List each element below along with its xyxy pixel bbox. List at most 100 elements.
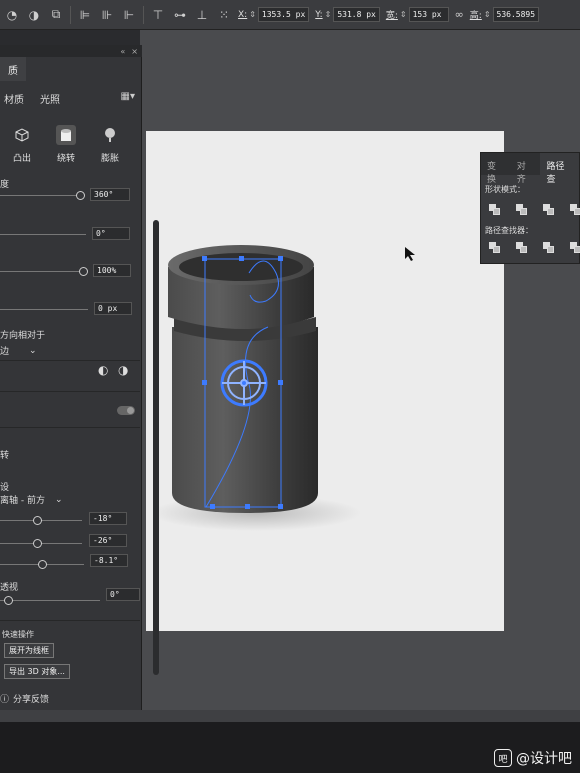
offset-angle-track[interactable] <box>0 234 86 235</box>
preset-label: 设 <box>0 483 10 493</box>
expand-wireframe-button[interactable]: 展开为线框 <box>4 643 54 658</box>
angle-section-label: 度 <box>0 180 10 190</box>
rotate-x-input[interactable]: -18° <box>89 512 127 525</box>
object-type-group: 凸出 绕转 膨胀 <box>10 125 130 169</box>
angle-slider-knob[interactable] <box>76 191 85 200</box>
cap-on-icon[interactable]: ◐ <box>98 363 108 377</box>
offset-px-track[interactable] <box>0 309 88 310</box>
merge-icon[interactable] <box>543 242 554 253</box>
3d-materials-panel: « × 质 材质 光照 ▦▾ 凸出 绕转 膨胀 度 360° 0° 100% 0… <box>0 45 142 710</box>
perspective-input[interactable]: 0° <box>106 588 140 601</box>
rotate-x-knob[interactable] <box>33 516 42 525</box>
spin-arrows-icon[interactable]: ⇕ <box>484 10 491 19</box>
x-input[interactable]: 1353.5 px <box>257 7 310 22</box>
monitor-bezel <box>0 722 580 773</box>
width-input[interactable]: 153 px <box>408 7 449 22</box>
feedback-label: 分享反馈 <box>13 695 50 705</box>
render-settings-icon[interactable]: ▦▾ <box>121 91 135 102</box>
intersect-icon[interactable] <box>543 204 554 215</box>
artboard[interactable] <box>146 131 504 631</box>
trim-icon[interactable] <box>516 242 527 253</box>
unite-icon[interactable] <box>489 204 500 215</box>
offset-angle-input[interactable]: 0° <box>92 227 130 240</box>
tab-pathfinder[interactable]: 路径查 <box>540 153 579 185</box>
spin-arrows-icon[interactable]: ⇕ <box>400 10 407 19</box>
perspective-knob[interactable] <box>4 596 13 605</box>
section-divider <box>0 620 140 621</box>
export-3d-button[interactable]: 导出 3D 对象... <box>4 664 70 679</box>
offset-direction-select[interactable]: 边 ⌄ <box>0 344 37 358</box>
chevron-down-icon: ⌄ <box>54 494 63 505</box>
perspective-label: 透视 <box>0 583 19 593</box>
extrude-icon <box>12 125 32 145</box>
toolbar-divider <box>143 5 144 24</box>
bevel-toggle[interactable] <box>117 406 135 415</box>
perspective-track[interactable] <box>0 600 100 601</box>
offset-direction-label: 方向相对于 <box>0 331 46 341</box>
chevron-down-icon: ⌄ <box>29 345 37 356</box>
cap-off-icon[interactable]: ◑ <box>118 363 128 377</box>
align-left-icon[interactable]: ⊫ <box>77 7 93 23</box>
inflate-button[interactable]: 膨胀 <box>90 125 130 164</box>
watermark-logo: 吧 <box>494 749 512 767</box>
preset-select[interactable]: 离轴 - 前方 ⌄ <box>0 493 63 507</box>
x-field: X: ⇕ 1353.5 px <box>238 7 310 22</box>
panel-scrollbar[interactable] <box>153 220 159 675</box>
artwork <box>151 245 361 531</box>
rotate-y-knob[interactable] <box>33 539 42 548</box>
revolve-button[interactable]: 绕转 <box>46 125 86 164</box>
rotate-z-input[interactable]: -8.1° <box>90 554 128 567</box>
recolor-icon[interactable]: ◑ <box>26 7 42 23</box>
crop-icon[interactable] <box>570 242 580 253</box>
y-input[interactable]: 531.8 px <box>333 7 380 22</box>
minus-front-icon[interactable] <box>516 204 527 215</box>
inflate-label: 膨胀 <box>100 154 119 164</box>
extrude-button[interactable]: 凸出 <box>2 125 42 164</box>
scale-slider-track[interactable] <box>0 271 80 272</box>
globe-icon[interactable]: ◔ <box>4 7 20 23</box>
feedback-icon: ⓘ <box>0 695 10 705</box>
angle-slider-track[interactable] <box>0 195 80 196</box>
reference-point-icon[interactable]: ⁙ <box>216 7 232 23</box>
transform-icon[interactable]: ⧉ <box>48 7 64 23</box>
share-feedback[interactable]: ⓘ 分享反馈 <box>0 692 49 705</box>
align-bottom-icon[interactable]: ⊥ <box>194 7 210 23</box>
section-divider <box>0 391 140 392</box>
watermark-text: @设计吧 <box>516 751 572 767</box>
align-hcenter-icon[interactable]: ⊪ <box>99 7 115 23</box>
inflate-icon <box>100 125 120 145</box>
align-vcenter-icon[interactable]: ⊶ <box>172 7 188 23</box>
section-divider <box>0 360 140 361</box>
tab-materials[interactable]: 材质 <box>4 91 24 106</box>
scale-slider-knob[interactable] <box>79 267 88 276</box>
panel-tab[interactable]: 质 <box>0 57 26 81</box>
panel-subtabs: 材质 光照 <box>4 91 60 106</box>
exclude-icon[interactable] <box>570 204 580 215</box>
rotate-y-input[interactable]: -26° <box>89 534 127 547</box>
align-right-icon[interactable]: ⊩ <box>121 7 137 23</box>
width-label: 宽: <box>385 11 398 21</box>
extrude-label: 凸出 <box>12 154 31 164</box>
align-top-icon[interactable]: ⊤ <box>150 7 166 23</box>
spin-arrows-icon[interactable]: ⇕ <box>249 10 256 19</box>
tab-transform[interactable]: 变换 <box>481 153 511 185</box>
rotation-section-label: 转 <box>0 451 10 461</box>
mouse-cursor-icon <box>405 247 417 264</box>
offset-direction-value: 边 <box>0 347 10 357</box>
spin-arrows-icon[interactable]: ⇕ <box>325 10 332 19</box>
width-field: 宽: ⇕ 153 px <box>386 7 449 22</box>
scale-input[interactable]: 100% <box>93 264 131 277</box>
pathfinder-tabs: 变换 对齐 路径查 <box>481 153 579 185</box>
close-icon[interactable]: × <box>131 47 138 56</box>
height-input[interactable]: 536.5895 <box>492 7 540 22</box>
divide-icon[interactable] <box>489 242 500 253</box>
quick-actions-label: 快速操作 <box>2 630 34 639</box>
tab-lighting[interactable]: 光照 <box>40 91 60 106</box>
offset-px-input[interactable]: 0 px <box>94 302 132 315</box>
center-point-widget[interactable] <box>220 359 268 407</box>
rotate-z-knob[interactable] <box>38 560 47 569</box>
collapse-icon[interactable]: « <box>120 47 125 56</box>
tab-align[interactable]: 对齐 <box>511 153 541 185</box>
constrain-link-icon[interactable]: ∞ <box>455 8 464 21</box>
angle-input[interactable]: 360° <box>90 188 130 201</box>
